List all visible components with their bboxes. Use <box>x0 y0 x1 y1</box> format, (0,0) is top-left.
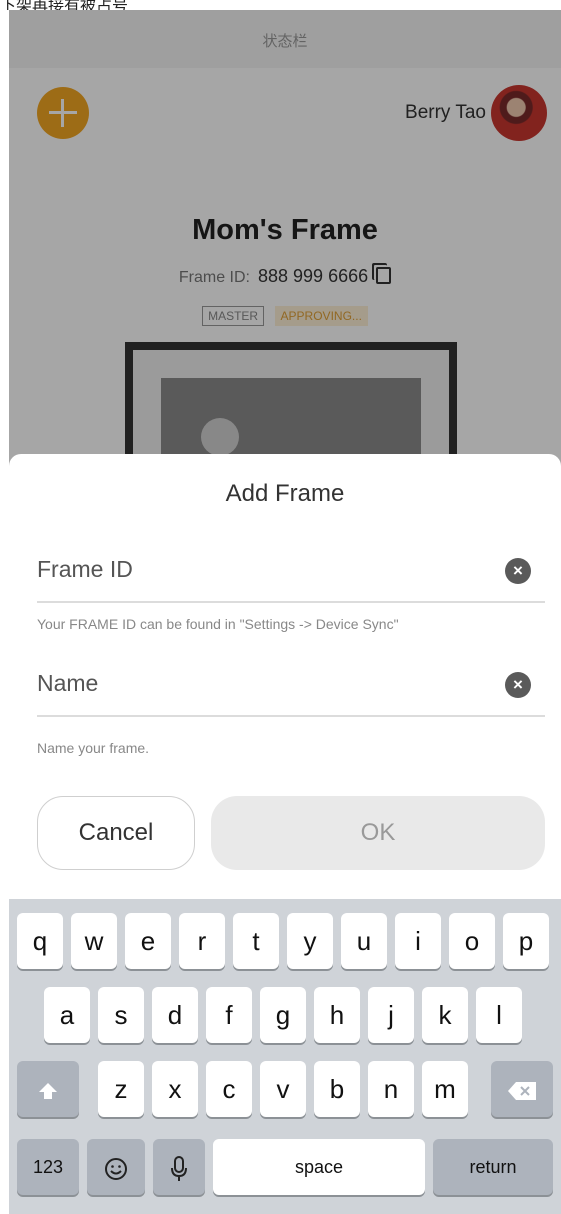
return-key[interactable]: return <box>433 1139 553 1195</box>
numbers-key[interactable]: 123 <box>17 1139 79 1195</box>
key-e[interactable]: e <box>125 913 171 969</box>
key-f[interactable]: f <box>206 987 252 1043</box>
shift-key[interactable] <box>17 1061 79 1117</box>
key-g[interactable]: g <box>260 987 306 1043</box>
add-frame-sheet: Add Frame Frame ID × Your FRAME ID can b… <box>9 454 561 894</box>
clear-name-icon[interactable]: × <box>505 672 531 698</box>
sheet-title: Add Frame <box>225 480 345 507</box>
frame-id-input[interactable]: Frame ID <box>37 556 133 583</box>
frame-id-underline <box>37 601 545 603</box>
key-u[interactable]: u <box>341 913 387 969</box>
key-i[interactable]: i <box>395 913 441 969</box>
key-t[interactable]: t <box>233 913 279 969</box>
emoji-icon <box>105 1158 127 1181</box>
backspace-icon <box>508 1082 536 1101</box>
key-s[interactable]: s <box>98 987 144 1043</box>
key-v[interactable]: v <box>260 1061 306 1117</box>
dim-overlay[interactable] <box>9 10 561 470</box>
key-o[interactable]: o <box>449 913 495 969</box>
key-z[interactable]: z <box>98 1061 144 1117</box>
keyboard: q w e r t y u i o p a s d f g h j k l z … <box>9 899 561 1214</box>
name-input[interactable]: Name <box>37 670 98 697</box>
top-caption: 下架再接有被占号 <box>0 0 561 10</box>
top-caption-text: 下架再接有被占号 <box>0 0 129 10</box>
key-p[interactable]: p <box>503 913 549 969</box>
key-d[interactable]: d <box>152 987 198 1043</box>
microphone-key[interactable] <box>153 1139 205 1195</box>
app-background: 状态栏 Berry Tao Mom's Frame Frame ID: 888 9… <box>9 10 561 470</box>
key-c[interactable]: c <box>206 1061 252 1117</box>
key-m[interactable]: m <box>422 1061 468 1117</box>
key-j[interactable]: j <box>368 987 414 1043</box>
key-n[interactable]: n <box>368 1061 414 1117</box>
name-underline <box>37 715 545 717</box>
space-key[interactable]: space <box>213 1139 425 1195</box>
key-l[interactable]: l <box>476 987 522 1043</box>
backspace-key[interactable] <box>491 1061 553 1117</box>
emoji-key[interactable] <box>87 1139 145 1195</box>
key-y[interactable]: y <box>287 913 333 969</box>
key-x[interactable]: x <box>152 1061 198 1117</box>
name-hint: Name your frame. <box>37 740 150 756</box>
key-r[interactable]: r <box>179 913 225 969</box>
key-k[interactable]: k <box>422 987 468 1043</box>
cancel-button[interactable]: Cancel <box>37 796 195 870</box>
key-b[interactable]: b <box>314 1061 360 1117</box>
microphone-icon <box>171 1156 187 1182</box>
key-a[interactable]: a <box>44 987 90 1043</box>
shift-icon <box>39 1083 57 1100</box>
key-h[interactable]: h <box>314 987 360 1043</box>
ok-button[interactable]: OK <box>211 796 545 870</box>
key-w[interactable]: w <box>71 913 117 969</box>
clear-frame-id-icon[interactable]: × <box>505 558 531 584</box>
key-q[interactable]: q <box>17 913 63 969</box>
frame-id-hint: Your FRAME ID can be found in "Settings … <box>37 616 399 632</box>
